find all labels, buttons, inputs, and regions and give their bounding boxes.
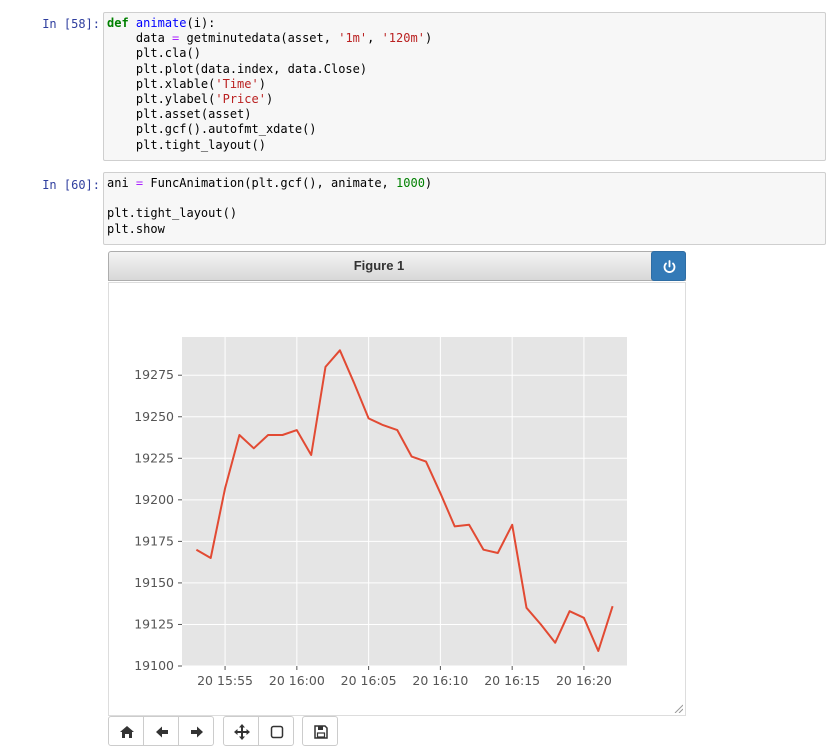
resize-grip-icon[interactable] bbox=[673, 703, 683, 713]
code-text: ani = FuncAnimation(plt.gcf(), animate, … bbox=[104, 173, 825, 237]
x-tick-label: 20 15:55 bbox=[197, 673, 253, 688]
home-icon bbox=[120, 726, 134, 738]
x-tick-label: 20 16:00 bbox=[269, 673, 325, 688]
code-line: plt.tight_layout() bbox=[107, 137, 266, 152]
home-button[interactable] bbox=[108, 716, 144, 746]
y-tick-label: 19250 bbox=[134, 409, 174, 424]
save-button[interactable] bbox=[302, 716, 338, 746]
cell-prompt: In [58]: bbox=[42, 17, 100, 31]
code-line: plt.plot(data.index, data.Close) bbox=[107, 61, 368, 76]
zoom-rect-icon bbox=[270, 725, 284, 739]
y-tick-label: 19100 bbox=[134, 658, 174, 673]
y-tick-label: 19200 bbox=[134, 492, 174, 507]
back-arrow-icon bbox=[156, 726, 168, 738]
code-cell-58[interactable]: In [58]: def animate(i): data = getminut… bbox=[0, 12, 826, 161]
code-line: plt.cla() bbox=[107, 46, 201, 61]
figure-title: Figure 1 bbox=[353, 258, 405, 273]
code-editor[interactable]: def animate(i): data = getminutedata(ass… bbox=[103, 12, 826, 161]
y-tick-label: 19175 bbox=[134, 533, 174, 548]
code-line: plt.show bbox=[107, 221, 165, 236]
x-tick-label: 20 16:20 bbox=[556, 673, 612, 688]
price-line-chart[interactable]: 19100 19125 19150 19175 19200 19225 19250 19275… bbox=[109, 283, 685, 715]
power-icon bbox=[663, 260, 676, 273]
forward-button[interactable] bbox=[178, 716, 214, 746]
code-line: plt.asset(asset) bbox=[107, 107, 252, 122]
code-line: plt.tight_layout() bbox=[107, 206, 238, 221]
code-line: def animate(i): bbox=[107, 16, 216, 30]
save-icon bbox=[314, 725, 328, 739]
x-tick-label: 20 16:05 bbox=[341, 673, 397, 688]
code-editor[interactable]: ani = FuncAnimation(plt.gcf(), animate, … bbox=[103, 172, 826, 245]
code-text: def animate(i): data = getminutedata(ass… bbox=[104, 13, 825, 153]
figure-header: Figure 1 bbox=[108, 251, 686, 281]
code-line: plt.xlable('Time') bbox=[107, 76, 266, 91]
figure-canvas[interactable]: 19100 19125 19150 19175 19200 19225 19250 19275… bbox=[108, 282, 686, 716]
figure-widget: Figure 1 19100 19125 19150 19175 19200 19225 1… bbox=[108, 251, 686, 716]
y-tick-label: 19275 bbox=[134, 367, 174, 382]
plot-area bbox=[182, 337, 627, 666]
y-tick-label: 19150 bbox=[134, 575, 174, 590]
code-line: plt.ylabel('Price') bbox=[107, 92, 274, 107]
y-tick-label: 19125 bbox=[134, 616, 174, 631]
x-tick-label: 20 16:10 bbox=[412, 673, 468, 688]
pan-button[interactable] bbox=[223, 716, 259, 746]
code-line: ani = FuncAnimation(plt.gcf(), animate, … bbox=[107, 176, 433, 190]
zoom-rect-button[interactable] bbox=[258, 716, 294, 746]
code-cell-60[interactable]: In [60]: ani = FuncAnimation(plt.gcf(), … bbox=[0, 172, 826, 245]
close-figure-button[interactable] bbox=[651, 251, 686, 281]
code-line: plt.gcf().autofmt_xdate() bbox=[107, 122, 317, 137]
forward-arrow-icon bbox=[191, 726, 203, 738]
back-button[interactable] bbox=[143, 716, 179, 746]
code-line: data = getminutedata(asset, '1m', '120m'… bbox=[107, 31, 433, 46]
x-tick-label: 20 16:15 bbox=[484, 673, 540, 688]
pan-icon bbox=[234, 724, 250, 740]
y-tick-label: 19225 bbox=[134, 450, 174, 465]
cell-prompt: In [60]: bbox=[42, 178, 100, 192]
